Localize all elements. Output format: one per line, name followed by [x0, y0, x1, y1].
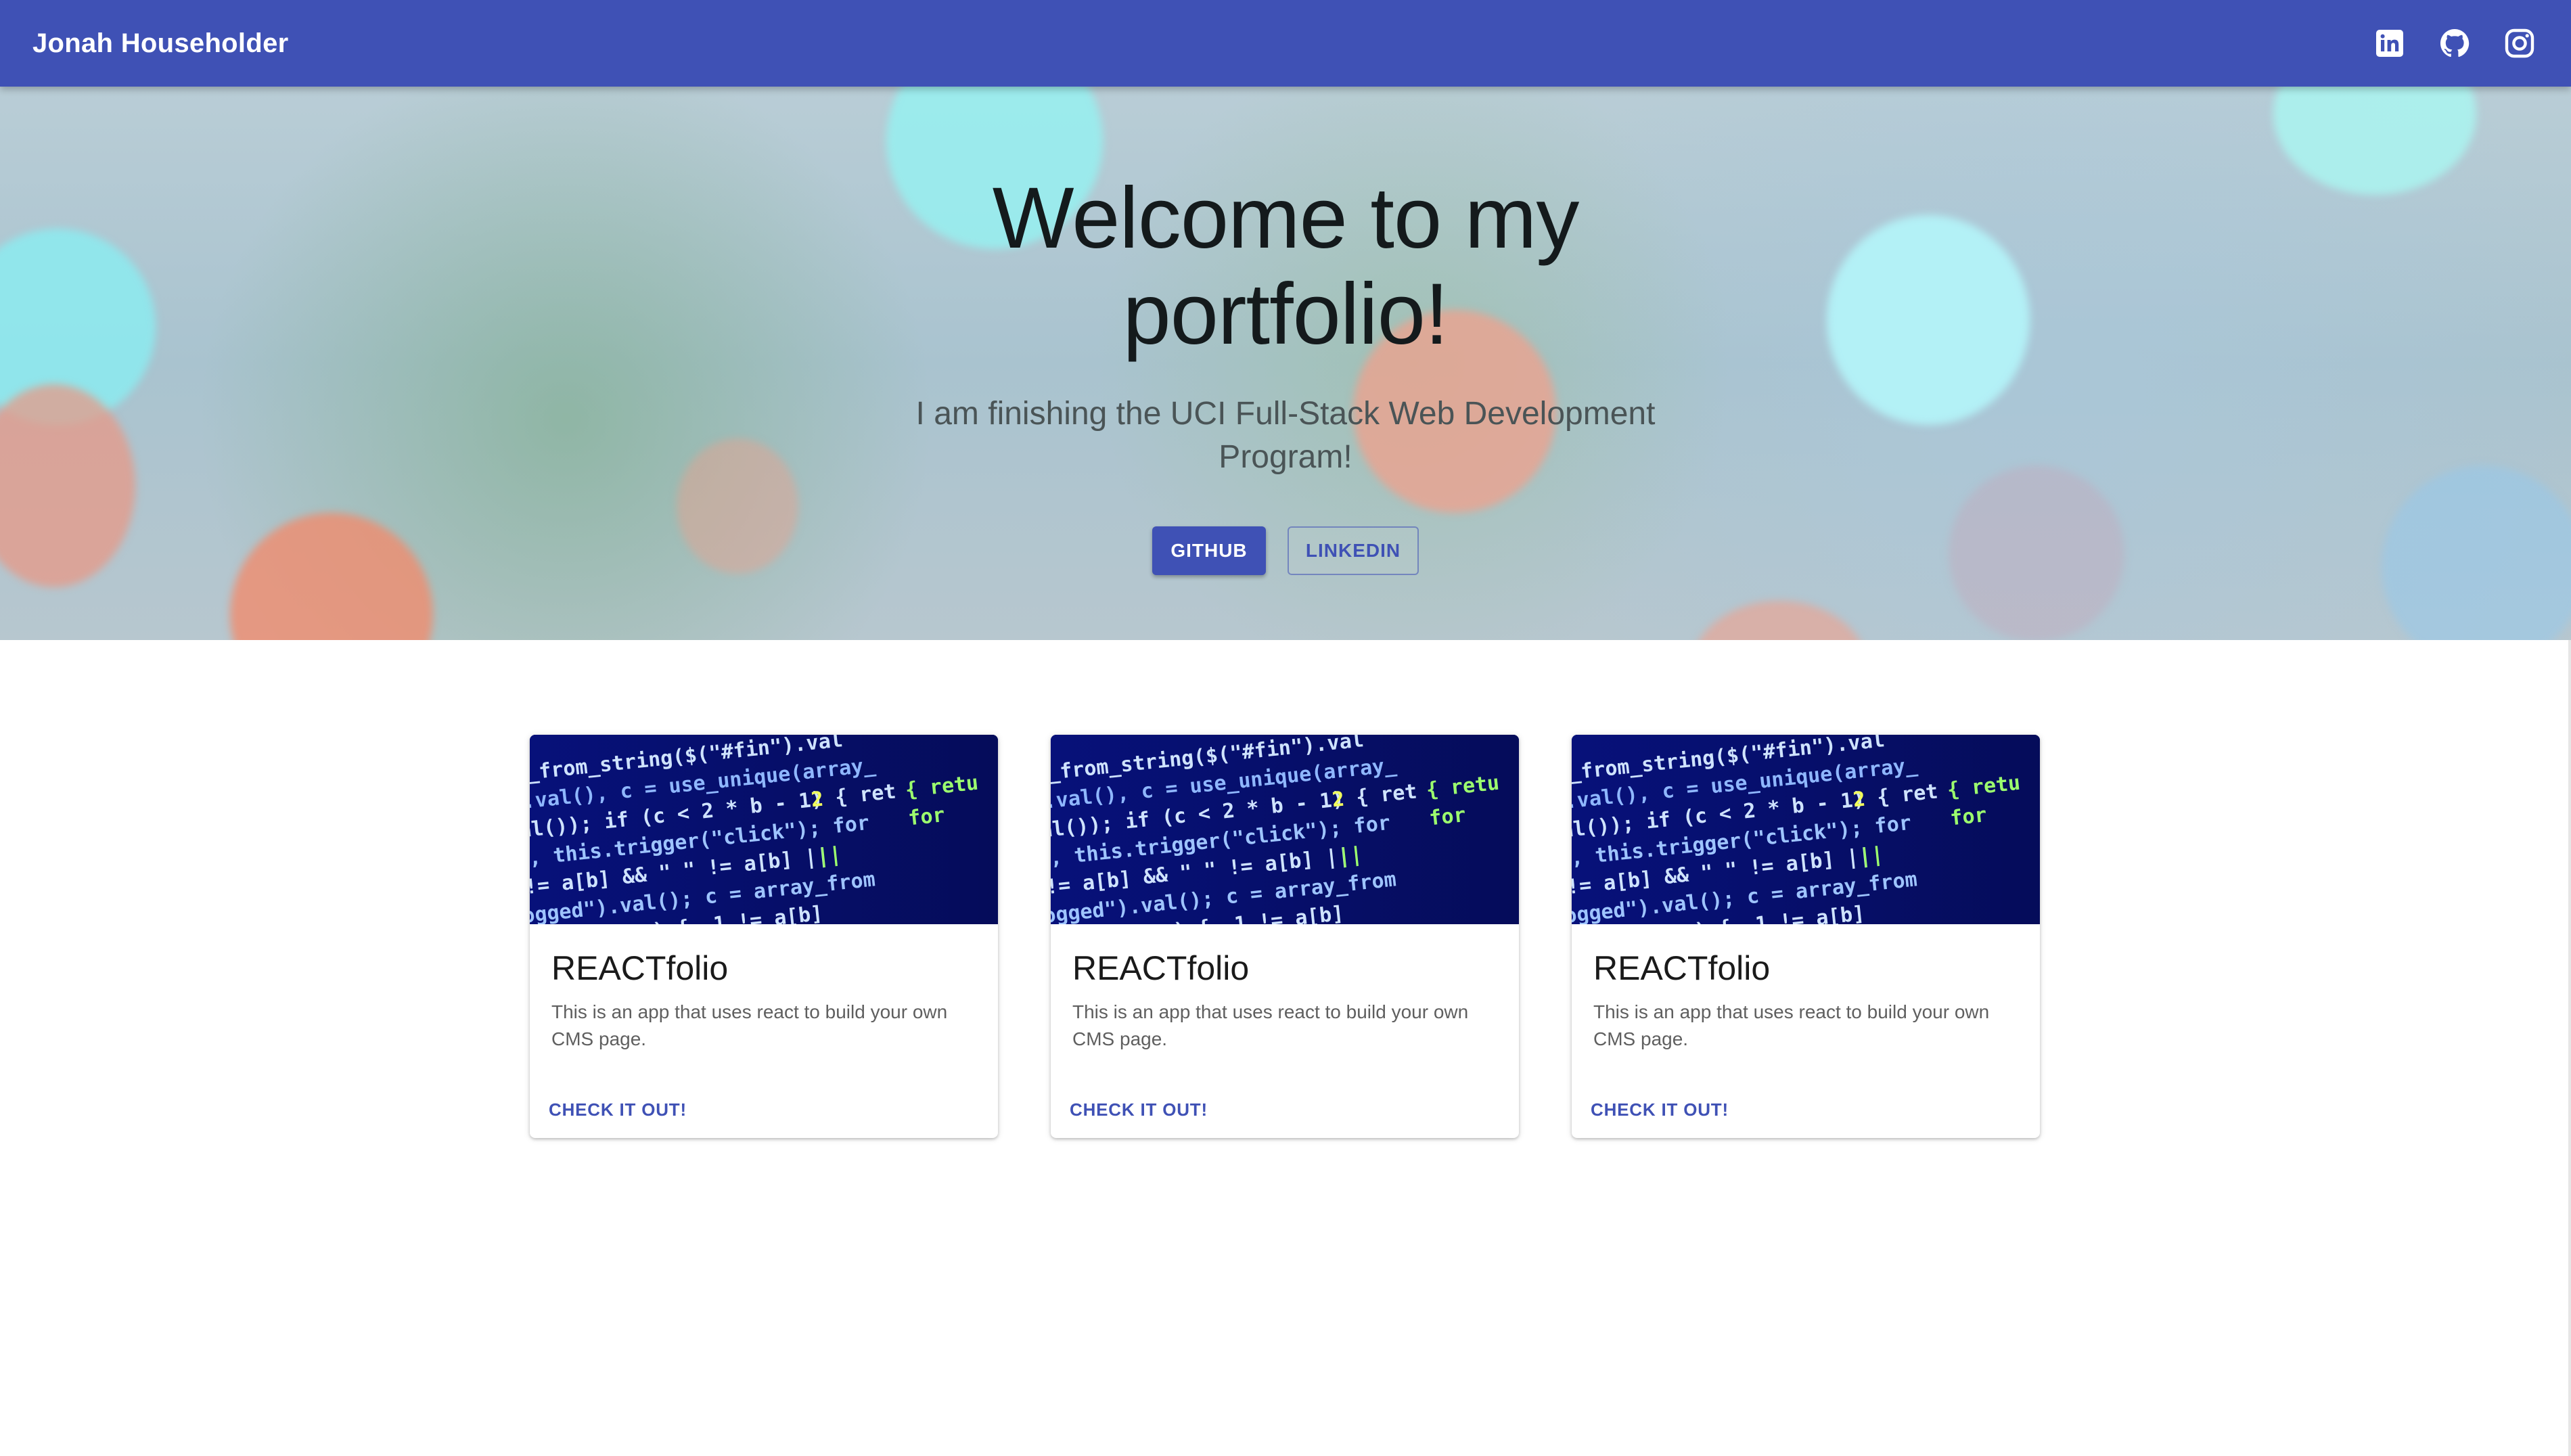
github-button[interactable]: GITHUB [1152, 526, 1266, 575]
svg-text:for: for [1428, 803, 1467, 830]
check-it-out-button[interactable]: CHECK IT OUT! [1585, 1092, 1734, 1127]
scrollbar-track[interactable] [2568, 640, 2571, 1456]
bokeh-light [1827, 215, 2030, 425]
linkedin-icon [2376, 30, 2403, 57]
hero-subtitle: I am finishing the UCI Full-Stack Web De… [915, 396, 1656, 475]
hero-actions: GITHUB LINKEDIN [0, 526, 2571, 575]
svg-text:2: 2 [1331, 788, 1346, 813]
card-title: REACTfolio [1593, 949, 1771, 987]
svg-text:2: 2 [810, 788, 825, 813]
card-description: This is an app that uses react to build … [1593, 1001, 1990, 1049]
svg-text:for: for [907, 803, 947, 830]
svg-text:2: 2 [1852, 788, 1867, 813]
code-screenshot-image: ay_from_string($("#fin").val "].val(), c… [1572, 735, 2040, 924]
bokeh-light [2273, 87, 2476, 195]
check-it-out-button[interactable]: CHECK IT OUT! [1064, 1092, 1213, 1127]
project-card: ay_from_string($("#fin").val "].val(), c… [1051, 735, 1519, 1138]
card-title: REACTfolio [551, 949, 729, 987]
card-description: This is an app that uses react to build … [551, 1001, 948, 1049]
svg-text:||: || [816, 842, 843, 869]
linkedin-button[interactable] [2371, 24, 2409, 62]
svg-text:||: || [1858, 842, 1885, 869]
github-button[interactable] [2436, 24, 2474, 62]
card-description: This is an app that uses react to build … [1072, 1001, 1469, 1049]
code-screenshot-image: ay_from_string($("#fin").val "].val(), c… [530, 735, 998, 924]
app-bar: Jonah Householder [0, 0, 2571, 87]
instagram-icon [2505, 28, 2534, 58]
brand-title[interactable]: Jonah Householder [32, 28, 288, 59]
github-icon [2440, 29, 2470, 58]
social-icons [2371, 0, 2539, 87]
linkedin-button[interactable]: LINKEDIN [1288, 526, 1419, 575]
project-card: ay_from_string($("#fin").val "].val(), c… [1572, 735, 2040, 1138]
svg-text:||: || [1337, 842, 1364, 869]
check-it-out-button[interactable]: CHECK IT OUT! [543, 1092, 692, 1127]
svg-text:for: for [1949, 803, 1988, 830]
instagram-button[interactable] [2501, 24, 2539, 62]
bokeh-light [1691, 601, 1867, 640]
card-title: REACTfolio [1072, 949, 1250, 987]
project-card: ay_from_string($("#fin").val "].val(), c… [530, 735, 998, 1138]
project-cards: ay_from_string($("#fin").val "].val(), c… [530, 735, 2040, 1138]
code-screenshot-image: ay_from_string($("#fin").val "].val(), c… [1051, 735, 1519, 924]
hero-title: Welcome to my portfolio! [992, 170, 1580, 363]
